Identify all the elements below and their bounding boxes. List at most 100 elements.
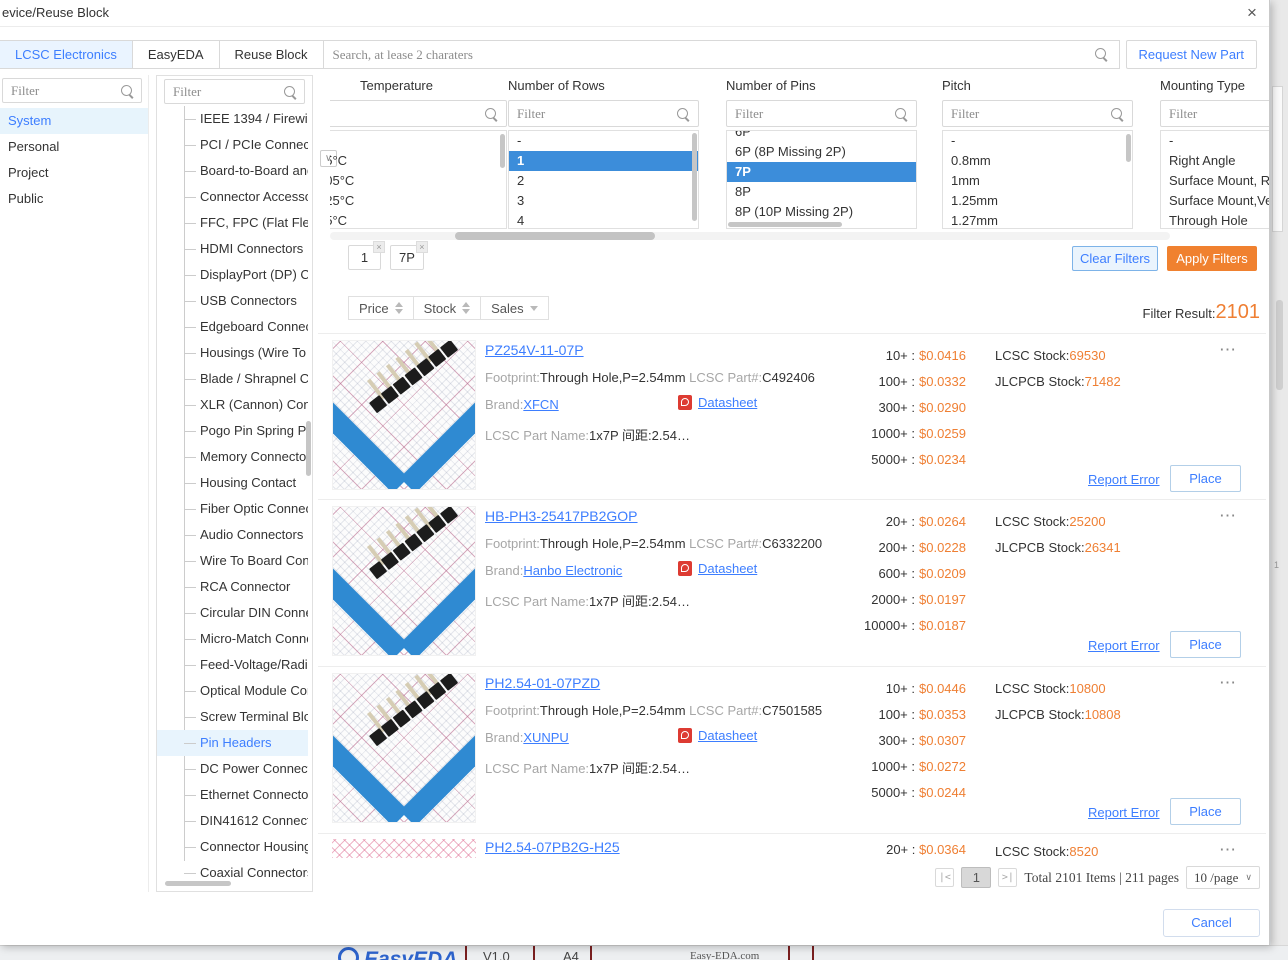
sort-stock-button[interactable]: Stock: [412, 296, 482, 320]
category-item[interactable]: Optical Module Con: [157, 678, 308, 704]
filter-option[interactable]: 1mm: [943, 171, 1132, 191]
category-item[interactable]: Connector Accessor: [157, 184, 308, 210]
remove-chip-icon[interactable]: ×: [415, 241, 428, 253]
category-item[interactable]: Board-to-Board and: [157, 158, 308, 184]
report-error-link[interactable]: Report Error: [1088, 638, 1160, 653]
filter-option[interactable]: 2: [509, 171, 698, 191]
filter-option[interactable]: -: [509, 131, 698, 151]
clear-filters-button[interactable]: Clear Filters: [1072, 246, 1158, 271]
more-menu-icon[interactable]: ⋯: [1219, 673, 1237, 693]
filter-option[interactable]: 0.8mm: [943, 151, 1132, 171]
category-item[interactable]: Fiber Optic Connect: [157, 496, 308, 522]
apply-filters-button[interactable]: Apply Filters: [1167, 246, 1257, 271]
option-list-scrollbar[interactable]: [728, 222, 842, 227]
category-item[interactable]: HDMI Connectors: [157, 236, 308, 262]
place-button[interactable]: Place: [1170, 465, 1241, 492]
remove-chip-icon[interactable]: ×: [373, 241, 385, 253]
category-item[interactable]: Micro-Match Conne: [157, 626, 308, 652]
datasheet-link[interactable]: Datasheet: [698, 395, 757, 410]
first-page-button[interactable]: |<: [935, 868, 955, 887]
category-horizontal-scrollbar[interactable]: [165, 881, 231, 886]
more-menu-icon[interactable]: ⋯: [1219, 840, 1237, 860]
filter-option[interactable]: 4: [509, 211, 698, 228]
canvas-scrollbar[interactable]: [1276, 300, 1283, 390]
filter-option[interactable]: Surface Mount, Ri: [1161, 171, 1269, 191]
part-name-link[interactable]: HB-PH3-25417PB2GOP: [485, 508, 638, 524]
category-item[interactable]: DisplayPort (DP) Co: [157, 262, 308, 288]
more-menu-icon[interactable]: ⋯: [1219, 340, 1237, 360]
filter-option[interactable]: 85°C: [330, 151, 506, 171]
category-item[interactable]: USB Connectors: [157, 288, 308, 314]
category-item[interactable]: Circular DIN Conne: [157, 600, 308, 626]
category-item[interactable]: Coaxial Connectors: [157, 860, 308, 877]
mounting-filter-input[interactable]: [1160, 100, 1269, 127]
category-item[interactable]: Wire To Board Conn: [157, 548, 308, 574]
filter-option[interactable]: [330, 131, 506, 151]
sidebar-item[interactable]: Personal: [0, 134, 148, 160]
category-item[interactable]: Housing Contact: [157, 470, 308, 496]
part-name-link[interactable]: PZ254V-11-07P: [485, 342, 584, 358]
brand-link[interactable]: XUNPU: [523, 730, 569, 745]
search-input[interactable]: [322, 40, 1120, 69]
filter-option[interactable]: 125°C: [330, 191, 506, 211]
category-item[interactable]: DC Power Connecto: [157, 756, 308, 782]
temperature-filter-input[interactable]: [330, 100, 507, 127]
tab-easyeda[interactable]: EasyEDA: [131, 40, 220, 69]
part-photo[interactable]: [332, 673, 476, 823]
filter-option[interactable]: -: [943, 131, 1132, 151]
close-icon[interactable]: ×: [1242, 3, 1262, 23]
filter-option[interactable]: Through Hole: [1161, 211, 1269, 228]
datasheet-link[interactable]: Datasheet: [698, 728, 757, 743]
tab-lcsc-electronics[interactable]: LCSC Electronics: [0, 40, 133, 69]
option-list-scrollbar[interactable]: [692, 133, 697, 221]
category-item[interactable]: Ethernet Connectors: [157, 782, 308, 808]
filter-option[interactable]: Right Angle: [1161, 151, 1269, 171]
request-new-part-button[interactable]: Request New Part: [1125, 40, 1257, 69]
part-name-link[interactable]: PH2.54-01-07PZD: [485, 675, 600, 691]
sidebar-item[interactable]: Public: [0, 186, 148, 212]
brand-link[interactable]: XFCN: [523, 397, 558, 412]
part-photo[interactable]: [332, 340, 476, 490]
category-item[interactable]: XLR (Cannon) Conn: [157, 392, 308, 418]
report-error-link[interactable]: Report Error: [1088, 805, 1160, 820]
filter-option[interactable]: 105°C: [330, 171, 506, 191]
part-photo[interactable]: [332, 506, 476, 656]
filter-option[interactable]: 3: [509, 191, 698, 211]
category-item[interactable]: Feed-Voltage/Radio: [157, 652, 308, 678]
filter-option[interactable]: 1: [509, 151, 698, 171]
pins-filter-input[interactable]: [726, 100, 917, 127]
category-item[interactable]: Memory Connector (: [157, 444, 308, 470]
filter-option[interactable]: 1.27mm: [943, 211, 1132, 228]
category-item[interactable]: Pogo Pin Spring Pro: [157, 418, 308, 444]
filter-option[interactable]: 6P (8P Missing 2P): [727, 142, 916, 162]
filter-option[interactable]: -: [1161, 131, 1269, 151]
sort-price-button[interactable]: Price: [348, 296, 414, 320]
filter-option[interactable]: 6P: [727, 131, 916, 142]
filter-option[interactable]: 7P: [727, 162, 916, 182]
category-item[interactable]: Screw Terminal Blo: [157, 704, 308, 730]
category-item[interactable]: FFC, FPC (Flat Flex: [157, 210, 308, 236]
pitch-filter-input[interactable]: [942, 100, 1133, 127]
option-list-scrollbar[interactable]: [500, 134, 505, 168]
sidebar-item[interactable]: System: [0, 108, 148, 134]
rows-filter-input[interactable]: [508, 100, 699, 127]
category-item[interactable]: Housings (Wire To B: [157, 340, 308, 366]
filter-option[interactable]: 8P (10P Missing 2P): [727, 202, 916, 222]
part-photo[interactable]: [332, 839, 476, 858]
filter-option[interactable]: Surface Mount,Ver: [1161, 191, 1269, 211]
cancel-button[interactable]: Cancel: [1163, 909, 1260, 937]
category-item[interactable]: DIN41612 Connecto: [157, 808, 308, 834]
filter-option[interactable]: 1.25mm: [943, 191, 1132, 211]
category-item[interactable]: Pin Headers: [157, 730, 308, 756]
place-button[interactable]: Place: [1170, 631, 1241, 658]
place-button[interactable]: Place: [1170, 798, 1241, 825]
category-item[interactable]: IEEE 1394 / Firewire: [157, 106, 308, 132]
category-vertical-scrollbar[interactable]: [306, 421, 311, 476]
part-name-link[interactable]: PH2.54-07PB2G-H25: [485, 839, 620, 855]
page-size-select[interactable]: 10 /page ∨: [1186, 866, 1260, 889]
category-item[interactable]: Edgeboard Connect: [157, 314, 308, 340]
sort-sales-button[interactable]: Sales: [480, 296, 549, 320]
category-item[interactable]: Blade / Shrapnel Co: [157, 366, 308, 392]
option-list-scrollbar[interactable]: [1126, 134, 1131, 162]
report-error-link[interactable]: Report Error: [1088, 472, 1160, 487]
